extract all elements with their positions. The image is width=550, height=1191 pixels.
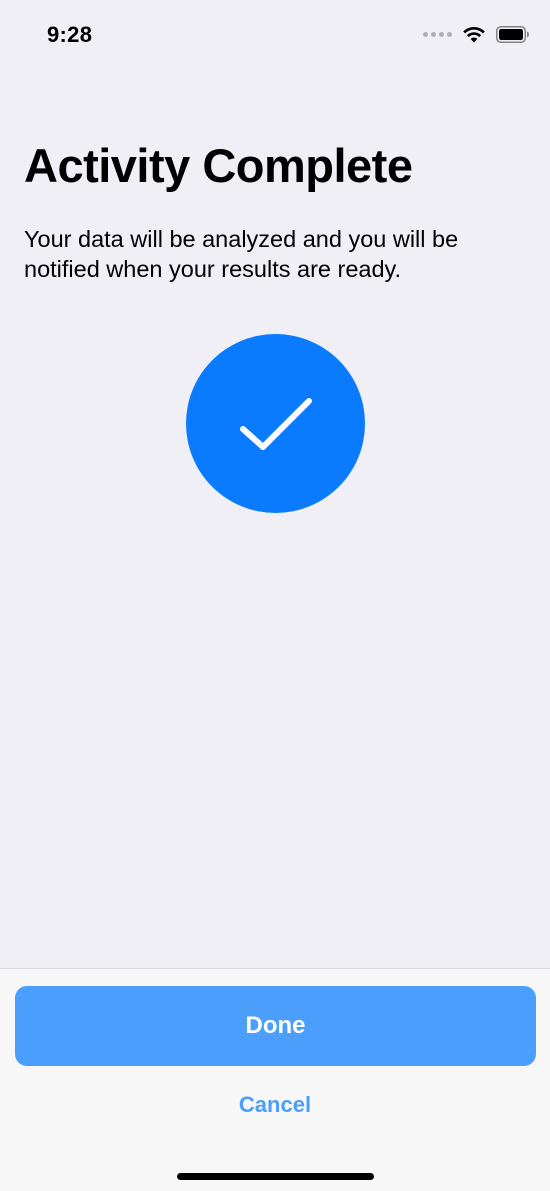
checkmark-icon: [239, 397, 312, 450]
signal-dots-icon: [423, 31, 452, 37]
cancel-button[interactable]: Cancel: [175, 1087, 375, 1123]
status-icons: [423, 22, 530, 46]
activity-complete-screen: 9:28 Activity Complete Your data will be…: [0, 0, 550, 1191]
page-subtitle: Your data will be analyzed and you will …: [24, 226, 459, 282]
page-title: Activity Complete: [24, 139, 413, 192]
done-button[interactable]: Done: [15, 986, 536, 1066]
wifi-icon: [463, 26, 485, 43]
status-time: 9:28: [47, 22, 93, 47]
completion-badge: [186, 334, 365, 513]
battery-icon: [496, 25, 529, 43]
home-indicator[interactable]: [177, 1173, 374, 1180]
status-bar: 9:28: [0, 0, 550, 70]
footer-bar: Done Cancel: [0, 968, 550, 1191]
